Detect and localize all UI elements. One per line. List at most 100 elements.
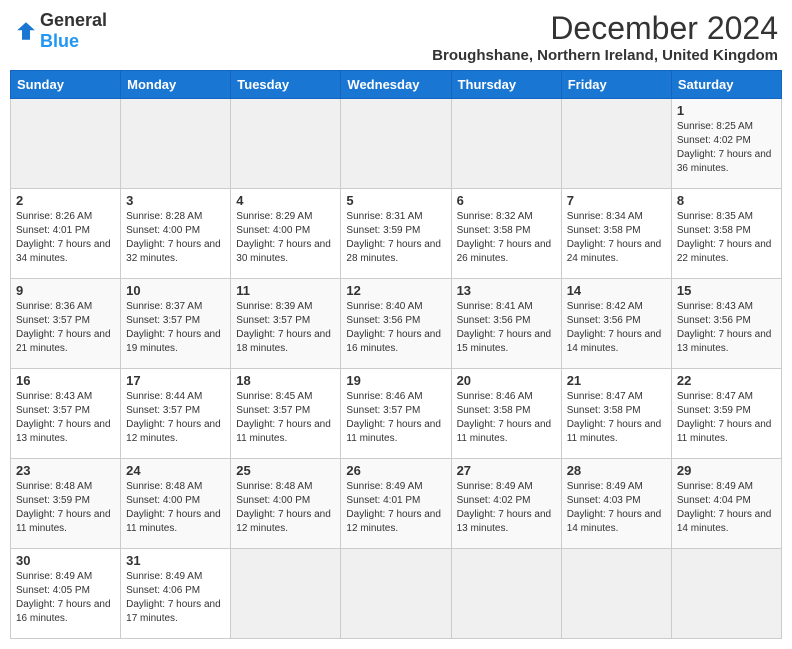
sunrise: Sunrise: 8:40 AM (346, 301, 422, 312)
day-info: Sunrise: 8:46 AM Sunset: 3:57 PM Dayligh… (346, 390, 445, 446)
day-number: 15 (677, 283, 776, 298)
calendar-cell: 28 Sunrise: 8:49 AM Sunset: 4:03 PM Dayl… (561, 459, 671, 549)
daylight: Daylight: 7 hours and 34 minutes. (16, 239, 111, 264)
sunrise: Sunrise: 8:25 AM (677, 121, 753, 132)
day-number: 11 (236, 283, 335, 298)
day-number: 18 (236, 373, 335, 388)
day-info: Sunrise: 8:41 AM Sunset: 3:56 PM Dayligh… (457, 300, 556, 356)
daylight: Daylight: 7 hours and 11 minutes. (236, 419, 331, 444)
day-info: Sunrise: 8:49 AM Sunset: 4:01 PM Dayligh… (346, 480, 445, 536)
page-header: General Blue December 2024 Broughshane, … (10, 10, 782, 64)
logo-general: General (40, 10, 107, 30)
location: Broughshane, Northern Ireland, United Ki… (432, 47, 778, 64)
daylight: Daylight: 7 hours and 28 minutes. (346, 239, 441, 264)
daylight: Daylight: 7 hours and 11 minutes. (677, 419, 772, 444)
daylight: Daylight: 7 hours and 11 minutes. (567, 419, 662, 444)
sunset: Sunset: 3:56 PM (677, 315, 751, 326)
sunset: Sunset: 4:06 PM (126, 585, 200, 596)
daylight: Daylight: 7 hours and 11 minutes. (346, 419, 441, 444)
calendar-cell: 21 Sunrise: 8:47 AM Sunset: 3:58 PM Dayl… (561, 369, 671, 459)
day-info: Sunrise: 8:26 AM Sunset: 4:01 PM Dayligh… (16, 210, 115, 266)
calendar-cell: 6 Sunrise: 8:32 AM Sunset: 3:58 PM Dayli… (451, 189, 561, 279)
day-number: 17 (126, 373, 225, 388)
daylight: Daylight: 7 hours and 26 minutes. (457, 239, 552, 264)
day-number: 31 (126, 553, 225, 568)
day-number: 23 (16, 463, 115, 478)
daylight: Daylight: 7 hours and 13 minutes. (457, 509, 552, 534)
sunrise: Sunrise: 8:43 AM (16, 391, 92, 402)
sunset: Sunset: 3:57 PM (16, 405, 90, 416)
sunrise: Sunrise: 8:48 AM (236, 481, 312, 492)
col-thursday: Thursday (451, 71, 561, 99)
calendar-cell: 17 Sunrise: 8:44 AM Sunset: 3:57 PM Dayl… (121, 369, 231, 459)
sunset: Sunset: 3:56 PM (457, 315, 531, 326)
calendar-cell: 1 Sunrise: 8:25 AM Sunset: 4:02 PM Dayli… (671, 99, 781, 189)
day-info: Sunrise: 8:32 AM Sunset: 3:58 PM Dayligh… (457, 210, 556, 266)
daylight: Daylight: 7 hours and 21 minutes. (16, 329, 111, 354)
calendar-header-row: Sunday Monday Tuesday Wednesday Thursday… (11, 71, 782, 99)
calendar-cell: 24 Sunrise: 8:48 AM Sunset: 4:00 PM Dayl… (121, 459, 231, 549)
day-number: 27 (457, 463, 556, 478)
day-info: Sunrise: 8:49 AM Sunset: 4:04 PM Dayligh… (677, 480, 776, 536)
calendar-week-1: 1 Sunrise: 8:25 AM Sunset: 4:02 PM Dayli… (11, 99, 782, 189)
calendar-cell (341, 99, 451, 189)
calendar-cell: 25 Sunrise: 8:48 AM Sunset: 4:00 PM Dayl… (231, 459, 341, 549)
day-info: Sunrise: 8:46 AM Sunset: 3:58 PM Dayligh… (457, 390, 556, 446)
daylight: Daylight: 7 hours and 12 minutes. (236, 509, 331, 534)
calendar-cell: 15 Sunrise: 8:43 AM Sunset: 3:56 PM Dayl… (671, 279, 781, 369)
daylight: Daylight: 7 hours and 13 minutes. (677, 329, 772, 354)
day-info: Sunrise: 8:47 AM Sunset: 3:59 PM Dayligh… (677, 390, 776, 446)
calendar-cell: 8 Sunrise: 8:35 AM Sunset: 3:58 PM Dayli… (671, 189, 781, 279)
day-info: Sunrise: 8:49 AM Sunset: 4:06 PM Dayligh… (126, 570, 225, 626)
sunset: Sunset: 4:02 PM (457, 495, 531, 506)
daylight: Daylight: 7 hours and 11 minutes. (457, 419, 552, 444)
calendar-cell: 22 Sunrise: 8:47 AM Sunset: 3:59 PM Dayl… (671, 369, 781, 459)
day-number: 21 (567, 373, 666, 388)
calendar-cell: 14 Sunrise: 8:42 AM Sunset: 3:56 PM Dayl… (561, 279, 671, 369)
sunset: Sunset: 3:59 PM (346, 225, 420, 236)
title-block: December 2024 Broughshane, Northern Irel… (432, 10, 778, 64)
daylight: Daylight: 7 hours and 15 minutes. (457, 329, 552, 354)
sunset: Sunset: 4:01 PM (346, 495, 420, 506)
day-info: Sunrise: 8:43 AM Sunset: 3:56 PM Dayligh… (677, 300, 776, 356)
sunset: Sunset: 4:00 PM (126, 225, 200, 236)
day-number: 29 (677, 463, 776, 478)
day-number: 20 (457, 373, 556, 388)
sunset: Sunset: 3:57 PM (16, 315, 90, 326)
calendar-cell: 4 Sunrise: 8:29 AM Sunset: 4:00 PM Dayli… (231, 189, 341, 279)
calendar-cell: 5 Sunrise: 8:31 AM Sunset: 3:59 PM Dayli… (341, 189, 451, 279)
calendar-cell: 7 Sunrise: 8:34 AM Sunset: 3:58 PM Dayli… (561, 189, 671, 279)
day-info: Sunrise: 8:35 AM Sunset: 3:58 PM Dayligh… (677, 210, 776, 266)
col-sunday: Sunday (11, 71, 121, 99)
calendar-cell: 19 Sunrise: 8:46 AM Sunset: 3:57 PM Dayl… (341, 369, 451, 459)
day-info: Sunrise: 8:47 AM Sunset: 3:58 PM Dayligh… (567, 390, 666, 446)
day-info: Sunrise: 8:43 AM Sunset: 3:57 PM Dayligh… (16, 390, 115, 446)
day-info: Sunrise: 8:44 AM Sunset: 3:57 PM Dayligh… (126, 390, 225, 446)
daylight: Daylight: 7 hours and 12 minutes. (126, 419, 221, 444)
sunset: Sunset: 3:57 PM (236, 405, 310, 416)
daylight: Daylight: 7 hours and 16 minutes. (346, 329, 441, 354)
daylight: Daylight: 7 hours and 12 minutes. (346, 509, 441, 534)
calendar-cell: 16 Sunrise: 8:43 AM Sunset: 3:57 PM Dayl… (11, 369, 121, 459)
daylight: Daylight: 7 hours and 13 minutes. (16, 419, 111, 444)
sunrise: Sunrise: 8:48 AM (126, 481, 202, 492)
day-info: Sunrise: 8:49 AM Sunset: 4:02 PM Dayligh… (457, 480, 556, 536)
calendar-cell: 26 Sunrise: 8:49 AM Sunset: 4:01 PM Dayl… (341, 459, 451, 549)
calendar-cell: 29 Sunrise: 8:49 AM Sunset: 4:04 PM Dayl… (671, 459, 781, 549)
daylight: Daylight: 7 hours and 11 minutes. (126, 509, 221, 534)
calendar-cell (231, 549, 341, 639)
day-number: 13 (457, 283, 556, 298)
daylight: Daylight: 7 hours and 22 minutes. (677, 239, 772, 264)
sunrise: Sunrise: 8:45 AM (236, 391, 312, 402)
sunrise: Sunrise: 8:46 AM (346, 391, 422, 402)
sunset: Sunset: 3:57 PM (126, 315, 200, 326)
day-number: 3 (126, 193, 225, 208)
day-info: Sunrise: 8:45 AM Sunset: 3:57 PM Dayligh… (236, 390, 335, 446)
calendar-table: Sunday Monday Tuesday Wednesday Thursday… (10, 70, 782, 639)
daylight: Daylight: 7 hours and 24 minutes. (567, 239, 662, 264)
day-number: 19 (346, 373, 445, 388)
daylight: Daylight: 7 hours and 19 minutes. (126, 329, 221, 354)
sunset: Sunset: 3:58 PM (677, 225, 751, 236)
day-number: 6 (457, 193, 556, 208)
day-info: Sunrise: 8:48 AM Sunset: 4:00 PM Dayligh… (126, 480, 225, 536)
